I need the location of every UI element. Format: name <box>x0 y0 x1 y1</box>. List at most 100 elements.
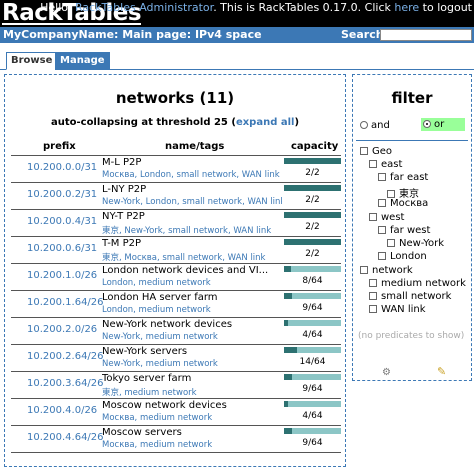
checkbox[interactable] <box>387 190 395 198</box>
network-tags[interactable]: 東京, medium network <box>102 386 282 398</box>
capacity-text: 14/64 <box>299 357 326 367</box>
filter-panel: filter and or Geo east far east 東京 Москв… <box>352 74 472 381</box>
network-prefix-link[interactable]: 10.200.0.4/31 <box>27 216 97 227</box>
network-name: London HA server farm <box>102 292 218 303</box>
capacity-bar-fill <box>284 239 341 245</box>
network-name: Tokyo server farm <box>102 373 192 384</box>
network-tags[interactable]: 東京, New-York, small network, WAN link <box>102 224 282 236</box>
checkbox[interactable] <box>378 226 386 234</box>
table-row: 10.200.1.64/26 London HA server farm Londo… <box>11 291 341 318</box>
capacity-bar <box>284 158 341 164</box>
and-option[interactable]: and <box>360 120 390 131</box>
network-tags[interactable]: Москва, London, small network, WAN link <box>102 170 282 180</box>
tag-medium-network[interactable]: medium network <box>369 278 466 289</box>
logout-link[interactable]: here <box>394 1 419 14</box>
network-tags[interactable]: London, medium network <box>102 278 282 288</box>
checkbox[interactable] <box>369 292 377 300</box>
no-predicates-note: (no predicates to show) <box>358 331 465 341</box>
network-prefix-link[interactable]: 10.200.4.64/26 <box>27 432 104 443</box>
network-prefix-link[interactable]: 10.200.2.64/26 <box>27 351 104 362</box>
tag-moscow[interactable]: Москва <box>378 198 428 209</box>
capacity-bar <box>284 320 341 326</box>
network-tags[interactable]: 東京, Москва, small network, WAN link <box>102 251 282 263</box>
checkbox[interactable] <box>369 305 377 313</box>
capacity-bar-fill <box>284 428 292 434</box>
column-header-capacity: capacity <box>291 141 339 152</box>
tab-browse[interactable]: Browse <box>6 52 58 70</box>
table-row: 10.200.4.64/26 Moscow servers Москва, medi… <box>11 426 341 453</box>
table-row: 10.200.1.0/26 London network devices and … <box>11 264 341 291</box>
page-title: networks (11) <box>115 89 235 107</box>
capacity-text: 9/64 <box>302 384 323 394</box>
network-prefix-link[interactable]: 10.200.1.0/26 <box>27 270 97 281</box>
network-prefix-link[interactable]: 10.200.0.6/31 <box>27 243 97 254</box>
network-prefix-link[interactable]: 10.200.2.0/26 <box>27 324 97 335</box>
collapse-text: auto-collapsing at threshold 25 ( <box>50 117 236 128</box>
greeting: Hello, RackTables Administrator. This is… <box>40 1 472 14</box>
network-tags[interactable]: New-York, London, small network, WAN lin… <box>102 197 282 207</box>
checkbox[interactable] <box>378 173 386 181</box>
tag-west[interactable]: west <box>369 212 404 223</box>
checkbox[interactable] <box>387 239 395 247</box>
network-prefix-link[interactable]: 10.200.3.64/26 <box>27 378 104 389</box>
network-tags[interactable]: New-York, medium network <box>102 332 282 342</box>
tag-network[interactable]: network <box>360 265 413 276</box>
or-option[interactable]: or <box>421 118 465 131</box>
path-bar: MyCompanyName: Main page: IPv4 space Sea… <box>0 27 474 43</box>
network-prefix-link[interactable]: 10.200.4.0/26 <box>27 405 97 416</box>
search-input[interactable] <box>380 29 472 41</box>
tag-far-east[interactable]: far east <box>378 172 428 183</box>
tag-geo[interactable]: Geo <box>360 146 392 157</box>
column-header-name: name/tags <box>165 141 225 152</box>
capacity-text: 2/2 <box>305 222 320 232</box>
checkbox[interactable] <box>378 252 386 260</box>
table-row: 10.200.4.0/26 Moscow network devices Москв… <box>11 399 341 426</box>
capacity-bar <box>284 293 341 299</box>
checkbox[interactable] <box>369 279 377 287</box>
and-label: and <box>371 120 390 131</box>
capacity-text: 4/64 <box>302 411 323 421</box>
network-name: NY-T P2P <box>102 211 145 222</box>
expand-all-link[interactable]: expand all <box>236 117 295 128</box>
tag-east[interactable]: east <box>369 159 402 170</box>
network-tags[interactable]: New-York, medium network <box>102 359 282 369</box>
filter-title: filter <box>391 89 433 107</box>
capacity-text: 9/64 <box>302 438 323 448</box>
and-radio[interactable] <box>360 121 368 129</box>
reset-filter-broom-icon[interactable]: ✎ <box>437 365 446 378</box>
network-tags[interactable]: Москва, medium network <box>102 413 282 423</box>
table-row: 10.200.2.64/26 New-York servers New-York, … <box>11 345 341 372</box>
tab-manage[interactable]: Manage <box>55 52 110 70</box>
tag-new-york[interactable]: New-York <box>387 238 444 249</box>
table-row: 10.200.0.0/31 M-L P2P Москва, London, smal… <box>11 156 341 183</box>
checkbox[interactable] <box>378 199 386 207</box>
capacity-bar-fill <box>284 266 292 272</box>
capacity-bar-fill <box>284 185 341 191</box>
networks-panel: networks (11) auto-collapsing at thresho… <box>4 74 346 467</box>
tag-far-west[interactable]: far west <box>378 225 430 236</box>
or-radio[interactable] <box>423 120 431 128</box>
tag-small-network[interactable]: small network <box>369 291 451 302</box>
checkbox[interactable] <box>369 160 377 168</box>
greeting-text-2: . This is RackTables 0.17.0. Click <box>213 1 395 14</box>
tag-wan-link[interactable]: WAN link <box>369 304 426 315</box>
tag-london[interactable]: London <box>378 251 427 262</box>
network-tags[interactable]: Москва, medium network <box>102 440 282 450</box>
checkbox[interactable] <box>369 213 377 221</box>
table-row: 10.200.0.2/31 L-NY P2P New-York, London, s… <box>11 183 341 210</box>
checkbox[interactable] <box>360 147 368 155</box>
checkbox[interactable] <box>360 266 368 274</box>
user-link[interactable]: RackTables Administrator <box>75 1 213 14</box>
network-name: L-NY P2P <box>102 184 147 195</box>
capacity-bar <box>284 212 341 218</box>
capacity-bar-fill <box>284 320 288 326</box>
column-header-prefix: prefix <box>43 141 76 152</box>
capacity-bar <box>284 266 341 272</box>
network-prefix-link[interactable]: 10.200.0.0/31 <box>27 162 97 173</box>
network-prefix-link[interactable]: 10.200.1.64/26 <box>27 297 104 308</box>
network-tags[interactable]: London, medium network <box>102 305 282 315</box>
apply-filter-icon[interactable]: ⚙ <box>382 367 391 378</box>
network-prefix-link[interactable]: 10.200.0.2/31 <box>27 189 97 200</box>
breadcrumb[interactable]: MyCompanyName: Main page: IPv4 space <box>3 27 262 43</box>
tab-bar: Browse Manage <box>0 50 474 70</box>
